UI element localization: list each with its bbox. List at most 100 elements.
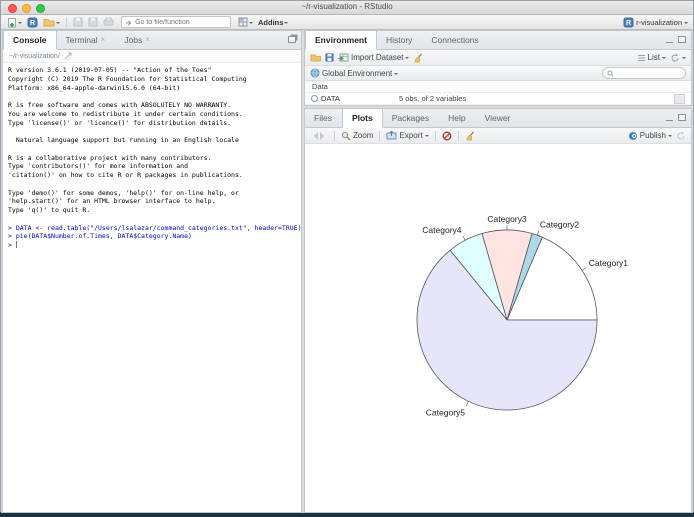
- pie-label-category1: Category1: [589, 258, 628, 268]
- tab-viewer[interactable]: Viewer: [476, 109, 521, 127]
- main-toolbar: R Go to file/function Addins R r-visuali…: [1, 15, 693, 30]
- tab-console[interactable]: Console: [3, 31, 57, 50]
- environment-object-list: DATA 5 obs. of 2 variables: [305, 93, 691, 105]
- goto-directory-icon[interactable]: [64, 52, 72, 60]
- data-section-label: Data: [312, 82, 328, 91]
- tab-files[interactable]: Files: [305, 109, 342, 127]
- tab-terminal[interactable]: Terminal ×: [57, 31, 116, 49]
- pane-layout-button[interactable]: [237, 16, 254, 28]
- clear-all-plots-button[interactable]: [465, 131, 475, 141]
- close-tab-icon[interactable]: ×: [145, 36, 150, 44]
- text-cursor: [15, 241, 17, 248]
- console-prompt[interactable]: >: [8, 241, 296, 250]
- save-button[interactable]: [72, 16, 84, 28]
- tab-label: Plots: [351, 113, 373, 123]
- object-name: DATA: [321, 94, 340, 103]
- list-view-label: List: [647, 53, 660, 62]
- refresh-icon: [671, 53, 679, 62]
- maximize-pane-icon[interactable]: [678, 36, 686, 43]
- tab-connections[interactable]: Connections: [422, 31, 488, 49]
- pane-layout-dropdown[interactable]: [249, 21, 253, 26]
- environment-scope-dropdown[interactable]: [394, 72, 399, 77]
- addins-button[interactable]: Addins: [257, 16, 289, 28]
- import-dataset-button[interactable]: Import Dataset: [338, 53, 410, 62]
- new-file-button[interactable]: [6, 16, 23, 28]
- goto-file-input[interactable]: [133, 17, 227, 27]
- environment-search[interactable]: [602, 67, 686, 79]
- export-dropdown[interactable]: [424, 135, 429, 139]
- next-plot-button[interactable]: [320, 131, 328, 140]
- pie-label-tick: [462, 235, 466, 241]
- save-all-button[interactable]: [87, 16, 99, 28]
- pie-label-category2: Category2: [540, 220, 579, 230]
- environment-scope-label: Global Environment: [322, 68, 393, 78]
- minimize-pane-icon[interactable]: [666, 41, 673, 43]
- maximize-pane-icon[interactable]: [678, 114, 686, 121]
- goto-file-search[interactable]: [121, 16, 231, 28]
- new-file-dropdown[interactable]: [18, 21, 22, 26]
- plots-tabbar: Files Plots Packages Help Viewer: [305, 109, 691, 128]
- print-button[interactable]: [102, 16, 115, 28]
- view-table-icon[interactable]: [674, 93, 685, 104]
- open-file-button[interactable]: [42, 16, 61, 28]
- refresh-dropdown[interactable]: [682, 57, 686, 61]
- refresh-environment-button[interactable]: [670, 53, 686, 63]
- zoom-window-button[interactable]: [36, 4, 45, 13]
- export-icon: [386, 131, 397, 140]
- working-directory-label[interactable]: ~/r-visualization/: [9, 53, 60, 60]
- plot-area[interactable]: Category1 Category2 Category3 Category4 Cate…: [305, 144, 691, 512]
- pie-label-tick: [536, 230, 540, 236]
- project-menu-button[interactable]: R r-visualization: [623, 17, 688, 28]
- remove-plot-button[interactable]: [442, 131, 452, 141]
- tab-environment[interactable]: Environment: [305, 31, 377, 50]
- minimize-window-button[interactable]: [22, 4, 31, 13]
- global-environment-icon: [310, 68, 320, 78]
- project-dropdown[interactable]: [684, 21, 688, 26]
- refresh-icon: [677, 131, 685, 140]
- previous-plot-button[interactable]: [310, 131, 318, 140]
- tab-plots[interactable]: Plots: [341, 109, 383, 128]
- console-line: Natural language support but running in …: [8, 136, 239, 144]
- tab-jobs[interactable]: Jobs ×: [115, 31, 160, 49]
- tab-label: Help: [448, 113, 466, 123]
- minimize-pane-icon[interactable]: [666, 119, 673, 121]
- import-dataset-dropdown[interactable]: [405, 57, 410, 61]
- clear-environment-button[interactable]: [413, 53, 423, 63]
- export-plot-button[interactable]: Export: [386, 131, 429, 140]
- open-folder-icon: [310, 54, 321, 62]
- addins-dropdown[interactable]: [284, 21, 289, 26]
- tab-packages[interactable]: Packages: [383, 109, 439, 127]
- console-output[interactable]: R version 3.6.1 (2019-07-05) -- "Action …: [3, 63, 301, 512]
- refresh-plot-button[interactable]: [676, 131, 686, 141]
- list-view-button[interactable]: List: [637, 53, 666, 62]
- new-project-button[interactable]: R: [26, 16, 39, 28]
- console-line: > DATA <- read.table("/Users/lsalazar/co…: [8, 223, 301, 232]
- zoom-plot-button[interactable]: Zoom: [341, 131, 373, 141]
- tab-history[interactable]: History: [377, 31, 422, 49]
- toolbar-separator: [457, 130, 459, 141]
- publish-dropdown[interactable]: [668, 135, 672, 139]
- save-workspace-button[interactable]: [325, 53, 334, 62]
- open-file-dropdown[interactable]: [56, 21, 60, 26]
- maximize-pane-icon[interactable]: [288, 36, 296, 43]
- data-section-header: Data: [305, 81, 691, 93]
- publish-label: Publish: [639, 131, 666, 140]
- expand-object-icon[interactable]: [311, 95, 318, 102]
- tab-label: Connections: [431, 35, 479, 45]
- plots-pane: Files Plots Packages Help Viewer Zoom Ex…: [304, 108, 692, 513]
- load-workspace-button[interactable]: [310, 53, 321, 62]
- environment-object-row[interactable]: DATA 5 obs. of 2 variables: [305, 93, 691, 105]
- tab-help[interactable]: Help: [439, 109, 475, 127]
- close-window-button[interactable]: [8, 4, 17, 13]
- toolbar-separator: [66, 17, 67, 27]
- close-tab-icon[interactable]: ×: [101, 36, 106, 44]
- console-line: R version 3.6.1 (2019-07-05) -- "Action …: [8, 66, 212, 74]
- environment-search-input[interactable]: [614, 68, 681, 78]
- publish-button[interactable]: Publish: [628, 131, 672, 141]
- environment-scope-button[interactable]: Global Environment: [310, 68, 399, 78]
- remove-plot-icon: [442, 131, 452, 140]
- list-view-dropdown[interactable]: [662, 57, 666, 61]
- console-line: R is free software and comes with ABSOLU…: [8, 101, 232, 109]
